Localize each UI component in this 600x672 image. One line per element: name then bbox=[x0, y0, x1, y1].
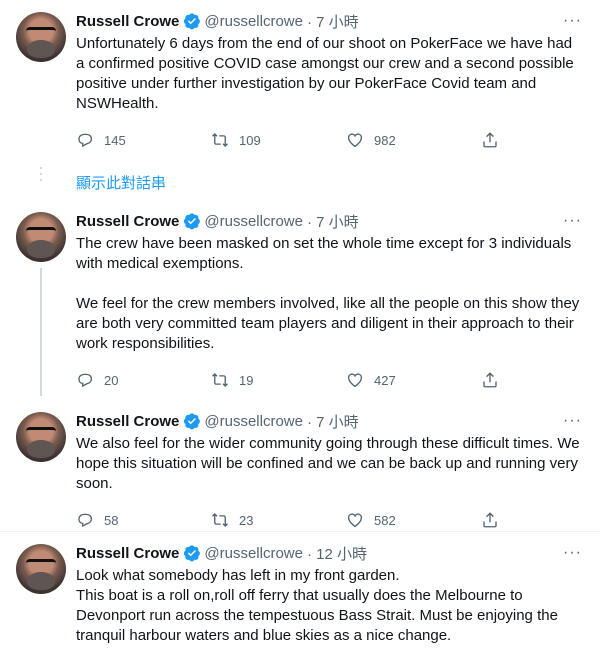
tweet-text: The crew have been masked on set the who… bbox=[76, 235, 580, 352]
thread-dots bbox=[40, 167, 42, 185]
avatar[interactable] bbox=[16, 212, 66, 262]
timestamp[interactable]: · 12 小時 bbox=[307, 543, 367, 564]
author-name[interactable]: Russell Crowe bbox=[76, 545, 179, 562]
retweet-count: 23 bbox=[239, 512, 254, 528]
more-options-icon[interactable]: ··· bbox=[563, 12, 582, 30]
avatar[interactable] bbox=[16, 412, 66, 462]
retweet-button[interactable]: 19 bbox=[211, 371, 346, 389]
tweet[interactable]: ··· Russell Crowe @russellcrowe · 7 小時 W… bbox=[0, 400, 600, 531]
share-button[interactable] bbox=[481, 131, 509, 149]
heart-icon bbox=[347, 513, 363, 528]
timestamp[interactable]: · 7 小時 bbox=[307, 211, 359, 232]
tweet-text: We also feel for the wider community goi… bbox=[76, 435, 580, 492]
author-handle[interactable]: @russellcrowe bbox=[204, 213, 303, 230]
reply-button[interactable]: 145 bbox=[76, 131, 211, 149]
verified-badge-icon bbox=[184, 545, 201, 562]
share-icon bbox=[483, 372, 497, 388]
avatar[interactable] bbox=[16, 12, 66, 62]
tweet-text: Unfortunately 6 days from the end of our… bbox=[76, 35, 574, 112]
tweet[interactable]: ··· Russell Crowe @russellcrowe · 7 小時 T… bbox=[0, 200, 600, 400]
share-button[interactable] bbox=[481, 511, 509, 529]
retweet-icon bbox=[212, 133, 228, 147]
timestamp[interactable]: · 7 小時 bbox=[307, 11, 359, 32]
reply-count: 20 bbox=[104, 372, 119, 388]
author-handle[interactable]: @russellcrowe bbox=[204, 545, 303, 562]
like-button[interactable]: 982 bbox=[346, 131, 481, 149]
heart-icon bbox=[347, 133, 363, 148]
reply-button[interactable]: 20 bbox=[76, 371, 211, 389]
reply-count: 145 bbox=[104, 132, 126, 148]
verified-badge-icon bbox=[184, 213, 201, 230]
verified-badge-icon bbox=[184, 413, 201, 430]
retweet-button[interactable]: 23 bbox=[211, 511, 346, 529]
timestamp[interactable]: · 7 小時 bbox=[307, 411, 359, 432]
like-button[interactable]: 427 bbox=[346, 371, 481, 389]
show-thread-link[interactable]: 顯示此對話串 bbox=[76, 172, 600, 194]
like-count: 582 bbox=[374, 512, 396, 528]
share-icon bbox=[483, 512, 497, 528]
avatar[interactable] bbox=[16, 544, 66, 594]
retweet-icon bbox=[212, 513, 228, 527]
retweet-icon bbox=[212, 373, 228, 387]
tweet[interactable]: ··· Russell Crowe @russellcrowe · 7 小時 U… bbox=[0, 0, 600, 164]
tweet[interactable]: ··· Russell Crowe @russellcrowe · 12 小時 … bbox=[0, 532, 600, 672]
like-count: 427 bbox=[374, 372, 396, 388]
author-name[interactable]: Russell Crowe bbox=[76, 213, 179, 230]
like-button[interactable]: 582 bbox=[346, 511, 481, 529]
retweet-button[interactable]: 109 bbox=[211, 131, 346, 149]
reply-icon bbox=[78, 133, 93, 148]
heart-icon bbox=[347, 373, 363, 388]
tweet-text: Look what somebody has left in my front … bbox=[76, 567, 558, 644]
thread-line bbox=[40, 268, 42, 396]
more-options-icon[interactable]: ··· bbox=[563, 412, 582, 430]
like-count: 982 bbox=[374, 132, 396, 148]
reply-icon bbox=[78, 513, 93, 528]
author-name[interactable]: Russell Crowe bbox=[76, 413, 179, 430]
more-options-icon[interactable]: ··· bbox=[563, 544, 582, 562]
more-options-icon[interactable]: ··· bbox=[563, 212, 582, 230]
author-name[interactable]: Russell Crowe bbox=[76, 13, 179, 30]
reply-count: 58 bbox=[104, 512, 119, 528]
verified-badge-icon bbox=[184, 13, 201, 30]
author-handle[interactable]: @russellcrowe bbox=[204, 413, 303, 430]
author-handle[interactable]: @russellcrowe bbox=[204, 13, 303, 30]
share-button[interactable] bbox=[481, 371, 509, 389]
reply-icon bbox=[78, 373, 93, 388]
retweet-count: 19 bbox=[239, 372, 254, 388]
share-icon bbox=[483, 132, 497, 148]
retweet-count: 109 bbox=[239, 132, 261, 148]
reply-button[interactable]: 58 bbox=[76, 511, 211, 529]
